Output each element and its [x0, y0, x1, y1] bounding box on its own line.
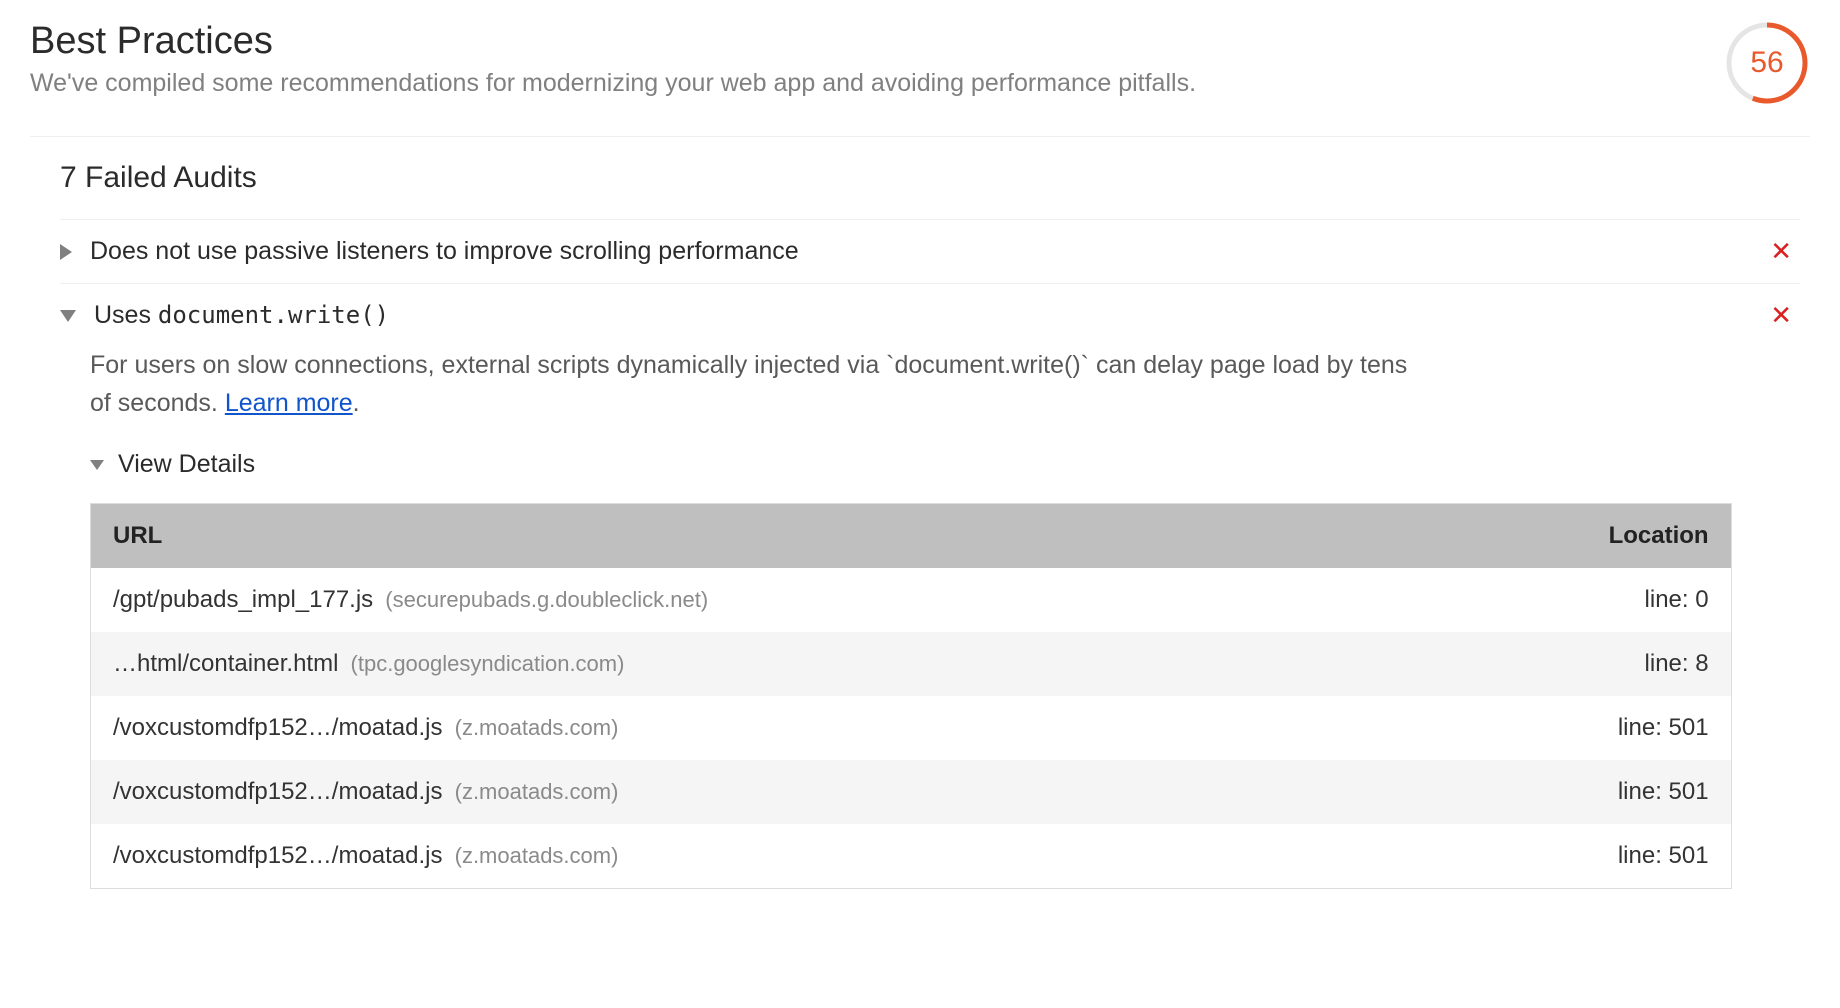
- fail-icon: ✕: [1770, 236, 1800, 267]
- chevron-right-icon: [60, 244, 72, 260]
- report-header: Best Practices We've compiled some recom…: [30, 20, 1810, 137]
- view-details-label: View Details: [118, 450, 255, 479]
- failed-audits-heading: 7 Failed Audits: [60, 137, 1800, 220]
- audit-toggle-row[interactable]: Uses document.write() ✕: [60, 284, 1800, 347]
- details-table: URL Location /gpt/pubads_impl_177.js (se…: [90, 503, 1732, 889]
- audit-item: Does not use passive listeners to improv…: [60, 220, 1800, 284]
- table-cell-url: /voxcustomdfp152…/moatad.js (z.moatads.c…: [91, 760, 1429, 824]
- report-title: Best Practices: [30, 20, 1196, 63]
- table-header-url: URL: [91, 504, 1429, 569]
- url-path: /voxcustomdfp152…/moatad.js: [113, 842, 443, 869]
- audit-toggle-row[interactable]: Does not use passive listeners to improv…: [60, 220, 1800, 283]
- url-host: (z.moatads.com): [449, 715, 619, 740]
- chevron-down-icon: [60, 310, 76, 322]
- table-cell-location: line: 501: [1429, 696, 1731, 760]
- table-row: /gpt/pubads_impl_177.js (securepubads.g.…: [91, 568, 1732, 632]
- score-value: 56: [1724, 20, 1810, 106]
- url-path: /voxcustomdfp152…/moatad.js: [113, 778, 443, 805]
- report-subtitle: We've compiled some recommendations for …: [30, 69, 1196, 98]
- table-row: …html/container.html (tpc.googlesyndicat…: [91, 632, 1732, 696]
- table-header-location: Location: [1429, 504, 1731, 569]
- audit-title-code: document.write(): [158, 301, 389, 329]
- table-cell-location: line: 501: [1429, 760, 1731, 824]
- table-cell-location: line: 0: [1429, 568, 1731, 632]
- score-gauge: 56: [1724, 20, 1810, 106]
- table-row: /voxcustomdfp152…/moatad.js (z.moatads.c…: [91, 696, 1732, 760]
- url-path: …html/container.html: [113, 650, 338, 677]
- table-cell-url: /gpt/pubads_impl_177.js (securepubads.g.…: [91, 568, 1429, 632]
- chevron-down-icon: [90, 460, 104, 470]
- table-row: /voxcustomdfp152…/moatad.js (z.moatads.c…: [91, 824, 1732, 889]
- table-cell-url: …html/container.html (tpc.googlesyndicat…: [91, 632, 1429, 696]
- audit-title: Uses document.write(): [94, 301, 1770, 330]
- audit-title: Does not use passive listeners to improv…: [90, 237, 1770, 266]
- url-path: /voxcustomdfp152…/moatad.js: [113, 714, 443, 741]
- table-cell-url: /voxcustomdfp152…/moatad.js (z.moatads.c…: [91, 824, 1429, 889]
- table-cell-location: line: 8: [1429, 632, 1731, 696]
- url-host: (securepubads.g.doubleclick.net): [379, 587, 708, 612]
- audit-item: Uses document.write() ✕ For users on slo…: [60, 284, 1800, 889]
- table-cell-location: line: 501: [1429, 824, 1731, 889]
- url-host: (tpc.googlesyndication.com): [344, 651, 624, 676]
- view-details-toggle[interactable]: View Details: [90, 440, 1800, 503]
- audit-description: For users on slow connections, external …: [60, 347, 1410, 440]
- url-host: (z.moatads.com): [449, 843, 619, 868]
- table-row: /voxcustomdfp152…/moatad.js (z.moatads.c…: [91, 760, 1732, 824]
- url-host: (z.moatads.com): [449, 779, 619, 804]
- table-cell-url: /voxcustomdfp152…/moatad.js (z.moatads.c…: [91, 696, 1429, 760]
- fail-icon: ✕: [1770, 300, 1800, 331]
- learn-more-link[interactable]: Learn more: [225, 389, 353, 417]
- url-path: /gpt/pubads_impl_177.js: [113, 586, 373, 613]
